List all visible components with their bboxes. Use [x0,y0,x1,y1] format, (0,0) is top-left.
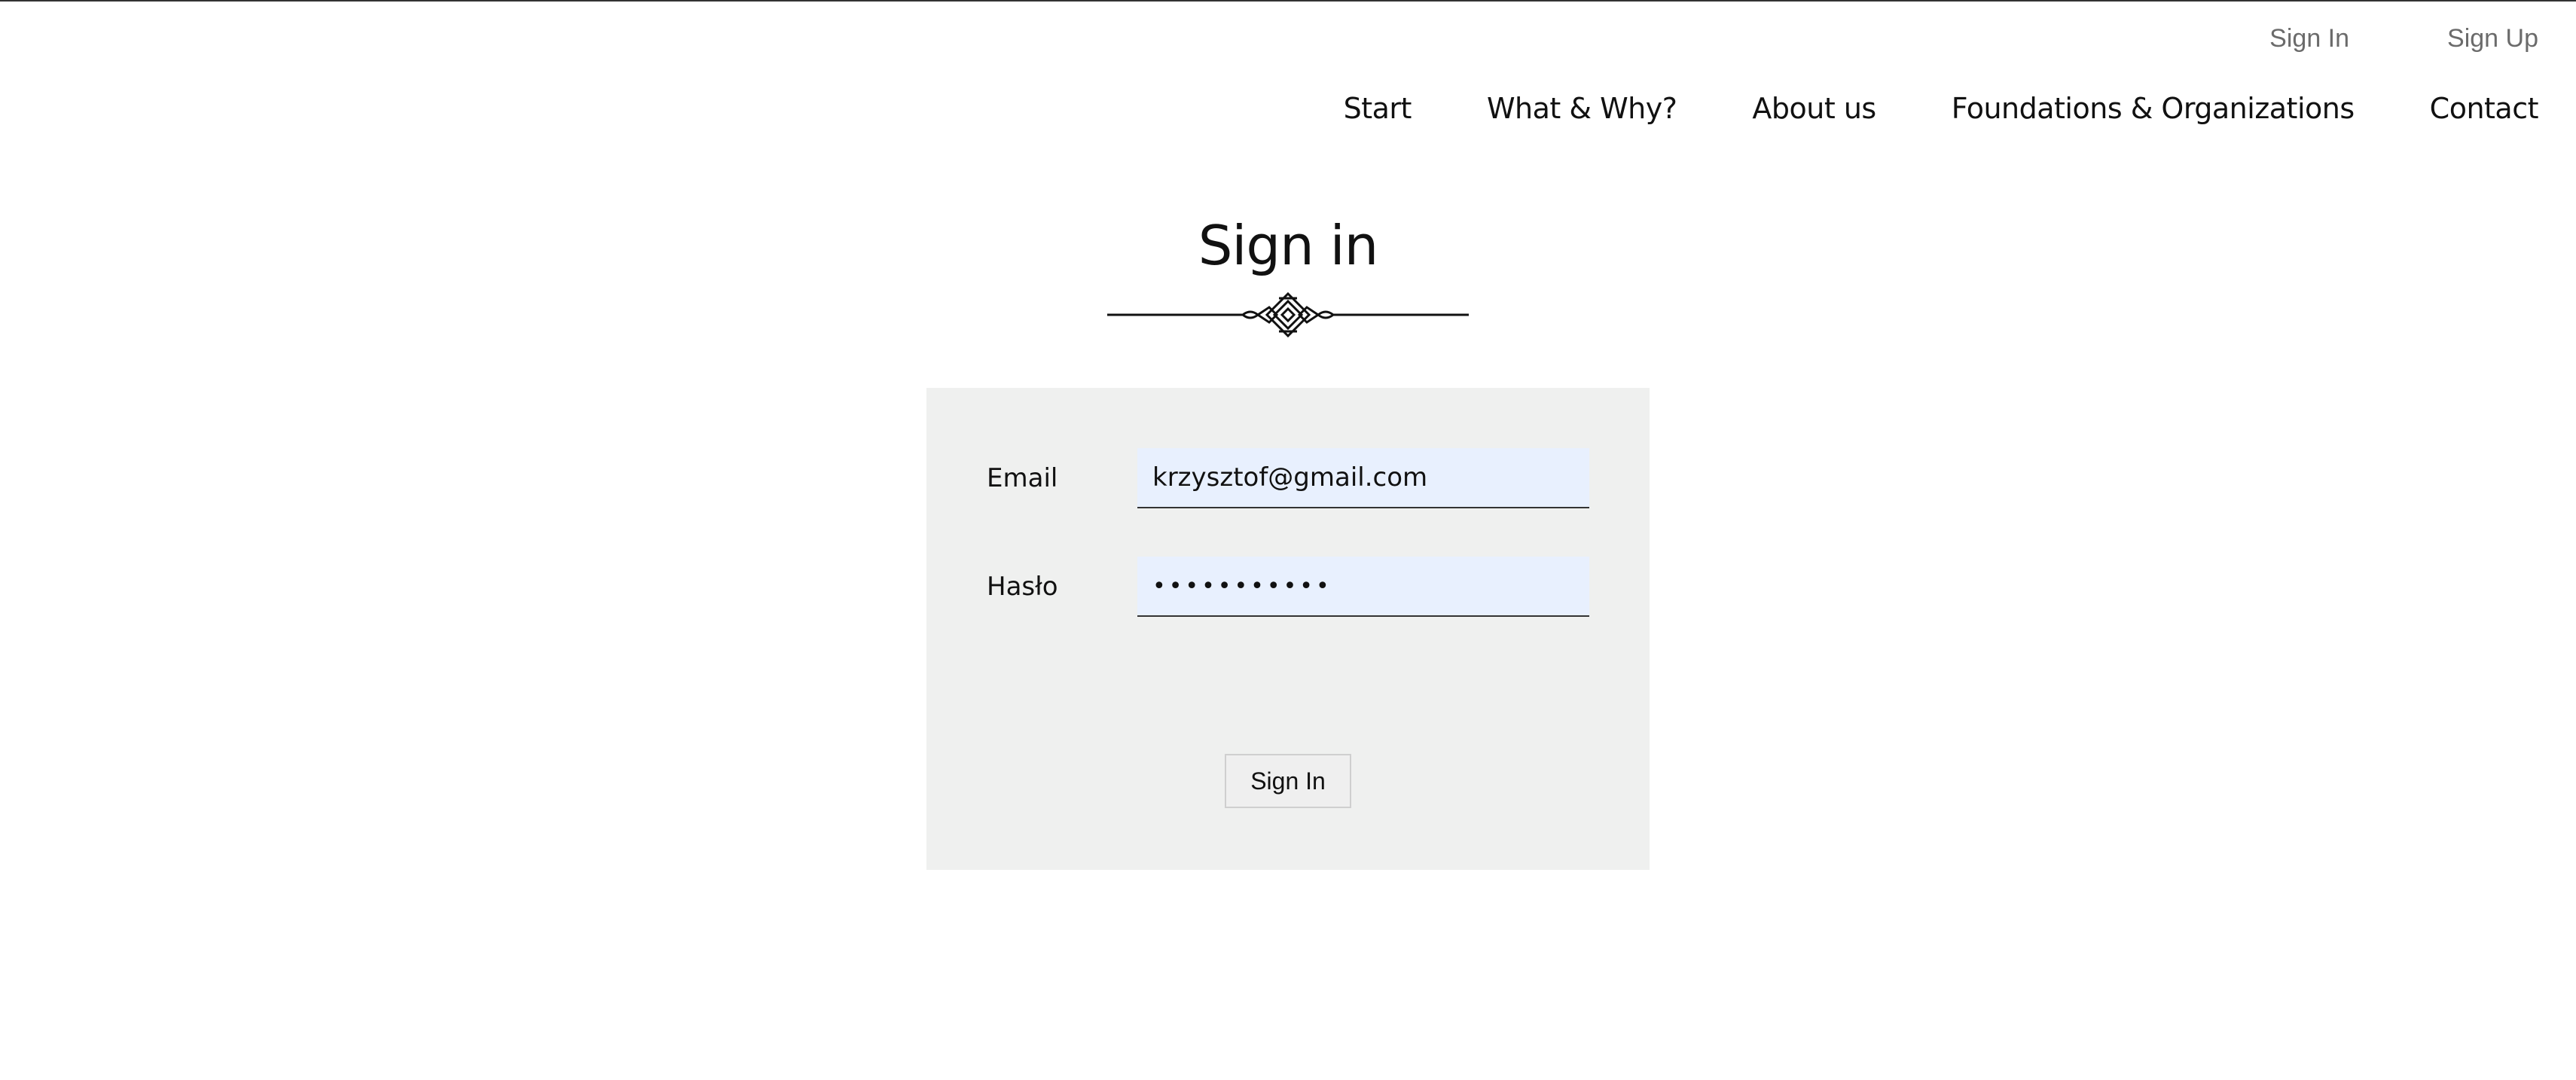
password-field[interactable] [1137,557,1589,617]
email-row: Email [987,448,1589,508]
main-nav: Start What & Why? About us Foundations &… [1344,92,2539,125]
nav-item-foundations[interactable]: Foundations & Organizations [1952,92,2355,125]
nav-item-start[interactable]: Start [1344,92,1412,125]
email-label: Email [987,463,1058,493]
sign-in-button[interactable]: Sign In [1225,754,1351,808]
password-row: Hasło [987,557,1589,617]
sign-in-link[interactable]: Sign In [2269,24,2349,53]
sign-up-link[interactable]: Sign Up [2447,24,2538,53]
password-label: Hasło [987,572,1058,602]
nav-item-what-why[interactable]: What & Why? [1487,92,1677,125]
signin-form-panel: Email Hasło Sign In [926,388,1650,870]
email-field[interactable] [1137,448,1589,508]
ornament-divider-icon [1107,291,1469,338]
page-title: Sign in [1198,214,1379,277]
auth-links: Sign In Sign Up [2269,24,2538,53]
nav-item-about-us[interactable]: About us [1752,92,1876,125]
page: Sign In Sign Up Start What & Why? About … [0,0,2576,1080]
nav-item-contact[interactable]: Contact [2430,92,2539,125]
